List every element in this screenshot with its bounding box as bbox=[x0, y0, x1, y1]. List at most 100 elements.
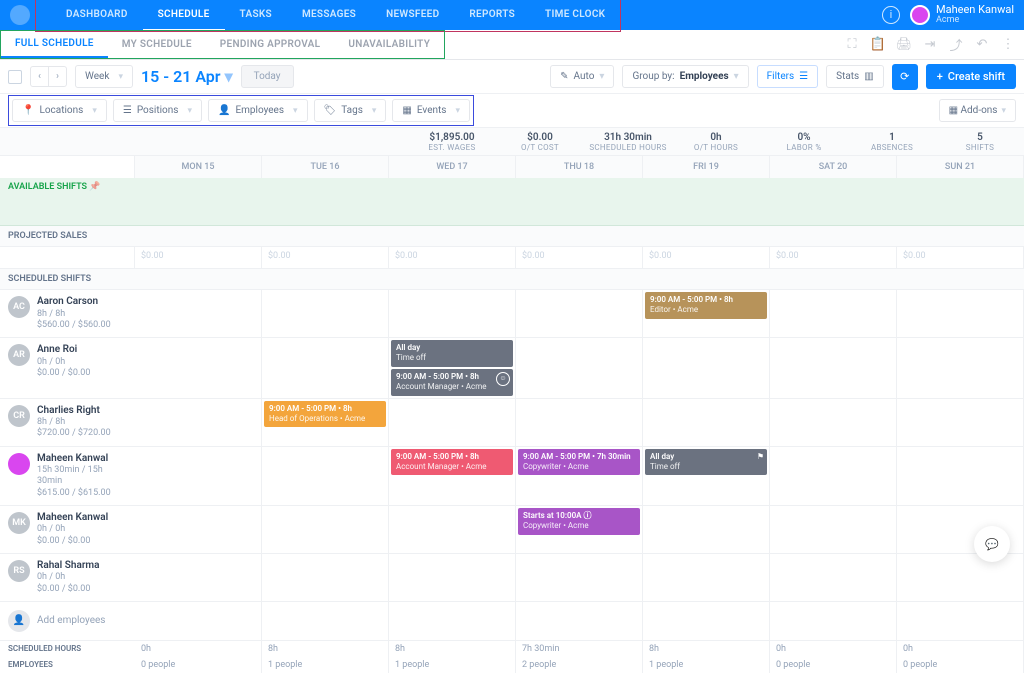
shift-cell[interactable] bbox=[389, 554, 516, 602]
shift-cell[interactable] bbox=[770, 338, 897, 399]
shift-cell[interactable] bbox=[135, 399, 262, 447]
employee-row[interactable]: Maheen Kanwal15h 30min / 15h 30min$615.0… bbox=[0, 447, 135, 506]
print-icon[interactable]: 🖨 bbox=[894, 35, 914, 55]
shift-cell[interactable] bbox=[770, 554, 897, 602]
prev-week[interactable]: ‹ bbox=[31, 67, 49, 86]
shift-cell[interactable] bbox=[770, 399, 897, 447]
user-badge[interactable]: Maheen Kanwal Acme bbox=[910, 4, 1014, 26]
export-icon[interactable]: ⤴ bbox=[946, 35, 966, 55]
shift-cell[interactable]: 9:00 AM - 5:00 PM • 8hEditor • Acme bbox=[643, 290, 770, 338]
date-range[interactable]: 15 - 21 Apr ▾ bbox=[141, 67, 233, 86]
shift-cell[interactable] bbox=[770, 290, 897, 338]
available-shifts-body[interactable] bbox=[0, 196, 1024, 226]
shift-block[interactable]: All dayTime off bbox=[391, 340, 513, 367]
nav-time clock[interactable]: TIME CLOCK bbox=[530, 0, 620, 31]
shift-cell[interactable] bbox=[897, 447, 1024, 506]
shift-block[interactable]: 9:00 AM - 5:00 PM • 8hAccount Manager • … bbox=[391, 449, 513, 476]
shift-cell[interactable] bbox=[135, 447, 262, 506]
employee-row[interactable]: CRCharlies Right8h / 8h$720.00 / $720.00 bbox=[0, 399, 135, 447]
shift-block[interactable]: Starts at 10:00A ⓘCopywriter • Acme bbox=[518, 508, 640, 535]
shift-cell[interactable] bbox=[262, 554, 389, 602]
shift-cell[interactable] bbox=[262, 447, 389, 506]
chat-bubble[interactable]: 💬 bbox=[974, 526, 1010, 562]
shift-cell[interactable]: All dayTime off9:00 AM - 5:00 PM • 8hAcc… bbox=[389, 338, 516, 399]
clipboard-icon[interactable]: 📋 bbox=[868, 35, 888, 55]
shift-cell[interactable] bbox=[262, 338, 389, 399]
employee-row[interactable]: RSRahal Sharma0h / 0h$0.00 / $0.00 bbox=[0, 554, 135, 602]
shift-cell[interactable] bbox=[389, 399, 516, 447]
shift-cell[interactable]: 9:00 AM - 5:00 PM • 7h 30minCopywriter •… bbox=[516, 447, 643, 506]
nav-messages[interactable]: MESSAGES bbox=[287, 0, 371, 31]
nav-reports[interactable]: REPORTS bbox=[454, 0, 530, 31]
projected-cell[interactable]: $0.00 bbox=[135, 247, 262, 269]
shift-block[interactable]: 9:00 AM - 5:00 PM • 8hHead of Operations… bbox=[264, 401, 386, 428]
employee-row[interactable]: MKMaheen Kanwal0h / 0h$0.00 / $0.00 bbox=[0, 506, 135, 554]
shift-cell[interactable] bbox=[643, 399, 770, 447]
employee-row[interactable]: ACAaron Carson8h / 8h$560.00 / $560.00 bbox=[0, 290, 135, 338]
projected-cell[interactable]: $0.00 bbox=[389, 247, 516, 269]
shift-block[interactable]: All dayTime off⚑ bbox=[645, 449, 767, 476]
shift-cell[interactable] bbox=[135, 338, 262, 399]
shift-block[interactable]: 9:00 AM - 5:00 PM • 8hEditor • Acme bbox=[645, 292, 767, 319]
shift-cell[interactable] bbox=[262, 290, 389, 338]
projected-cell[interactable]: $0.00 bbox=[770, 247, 897, 269]
shift-block[interactable]: 9:00 AM - 5:00 PM • 7h 30minCopywriter •… bbox=[518, 449, 640, 476]
select-all-checkbox[interactable] bbox=[8, 70, 22, 84]
shift-cell[interactable]: 9:00 AM - 5:00 PM • 8hAccount Manager • … bbox=[389, 447, 516, 506]
tags-filter[interactable]: 🏷Tags bbox=[314, 99, 387, 122]
shift-cell[interactable] bbox=[389, 290, 516, 338]
period-select[interactable]: Week bbox=[75, 65, 133, 88]
shift-cell[interactable]: All dayTime off⚑ bbox=[643, 447, 770, 506]
shift-cell[interactable] bbox=[516, 399, 643, 447]
stats-button[interactable]: Stats▥ bbox=[826, 65, 884, 88]
shift-cell[interactable]: 9:00 AM - 5:00 PM • 8hHead of Operations… bbox=[262, 399, 389, 447]
subnav-full-schedule[interactable]: FULL SCHEDULE bbox=[1, 31, 108, 58]
positions-filter[interactable]: ☰Positions bbox=[113, 99, 202, 122]
locations-filter[interactable]: 📍Locations bbox=[12, 99, 107, 122]
create-shift-button[interactable]: +Create shift bbox=[926, 64, 1016, 89]
info-icon[interactable]: i bbox=[882, 6, 900, 24]
undo-icon[interactable]: ↶ bbox=[972, 35, 992, 55]
employee-row[interactable]: ARAnne Roi0h / 0h$0.00 / $0.00 bbox=[0, 338, 135, 399]
projected-cell[interactable]: $0.00 bbox=[262, 247, 389, 269]
nav-newsfeed[interactable]: NEWSFEED bbox=[371, 0, 454, 31]
nav-dashboard[interactable]: DASHBOARD bbox=[51, 0, 143, 31]
refresh-button[interactable]: ⟳ bbox=[892, 64, 918, 90]
shift-cell[interactable] bbox=[897, 338, 1024, 399]
shift-cell[interactable] bbox=[770, 447, 897, 506]
shift-cell[interactable] bbox=[897, 399, 1024, 447]
projected-cell[interactable]: $0.00 bbox=[516, 247, 643, 269]
events-filter[interactable]: ▦Events bbox=[392, 99, 470, 122]
shift-cell[interactable] bbox=[389, 506, 516, 554]
subnav-pending-approval[interactable]: PENDING APPROVAL bbox=[206, 31, 335, 58]
shift-cell[interactable] bbox=[897, 554, 1024, 602]
nav-tasks[interactable]: TASKS bbox=[225, 0, 287, 31]
shift-cell[interactable] bbox=[643, 506, 770, 554]
shift-cell[interactable] bbox=[135, 506, 262, 554]
subnav-my-schedule[interactable]: MY SCHEDULE bbox=[108, 31, 206, 58]
projected-cell[interactable]: $0.00 bbox=[897, 247, 1024, 269]
filters-button[interactable]: Filters☰ bbox=[757, 65, 818, 88]
shift-cell[interactable] bbox=[643, 554, 770, 602]
shift-cell[interactable] bbox=[135, 290, 262, 338]
shift-cell[interactable]: Starts at 10:00A ⓘCopywriter • Acme bbox=[516, 506, 643, 554]
expand-icon[interactable]: ⛶ bbox=[842, 35, 862, 55]
subnav-unavailability[interactable]: UNAVAILABILITY bbox=[334, 31, 444, 58]
shift-cell[interactable] bbox=[135, 554, 262, 602]
add-employees-button[interactable]: 👤Add employees bbox=[0, 602, 135, 641]
addons-select[interactable]: ▦ Add-ons bbox=[939, 99, 1016, 122]
auto-button[interactable]: ✎Auto▾ bbox=[550, 65, 614, 88]
shift-block[interactable]: 9:00 AM - 5:00 PM • 8hAccount Manager • … bbox=[391, 369, 513, 396]
shift-cell[interactable] bbox=[516, 338, 643, 399]
shift-cell[interactable] bbox=[643, 338, 770, 399]
more-icon[interactable]: ⋮ bbox=[998, 35, 1018, 55]
nav-schedule[interactable]: SCHEDULE bbox=[143, 0, 225, 31]
import-icon[interactable]: ⇥ bbox=[920, 35, 940, 55]
projected-cell[interactable]: $0.00 bbox=[643, 247, 770, 269]
next-week[interactable]: › bbox=[49, 67, 66, 86]
today-button[interactable]: Today bbox=[241, 65, 294, 88]
shift-cell[interactable] bbox=[770, 506, 897, 554]
shift-cell[interactable] bbox=[516, 290, 643, 338]
shift-cell[interactable] bbox=[262, 506, 389, 554]
shift-cell[interactable] bbox=[897, 290, 1024, 338]
